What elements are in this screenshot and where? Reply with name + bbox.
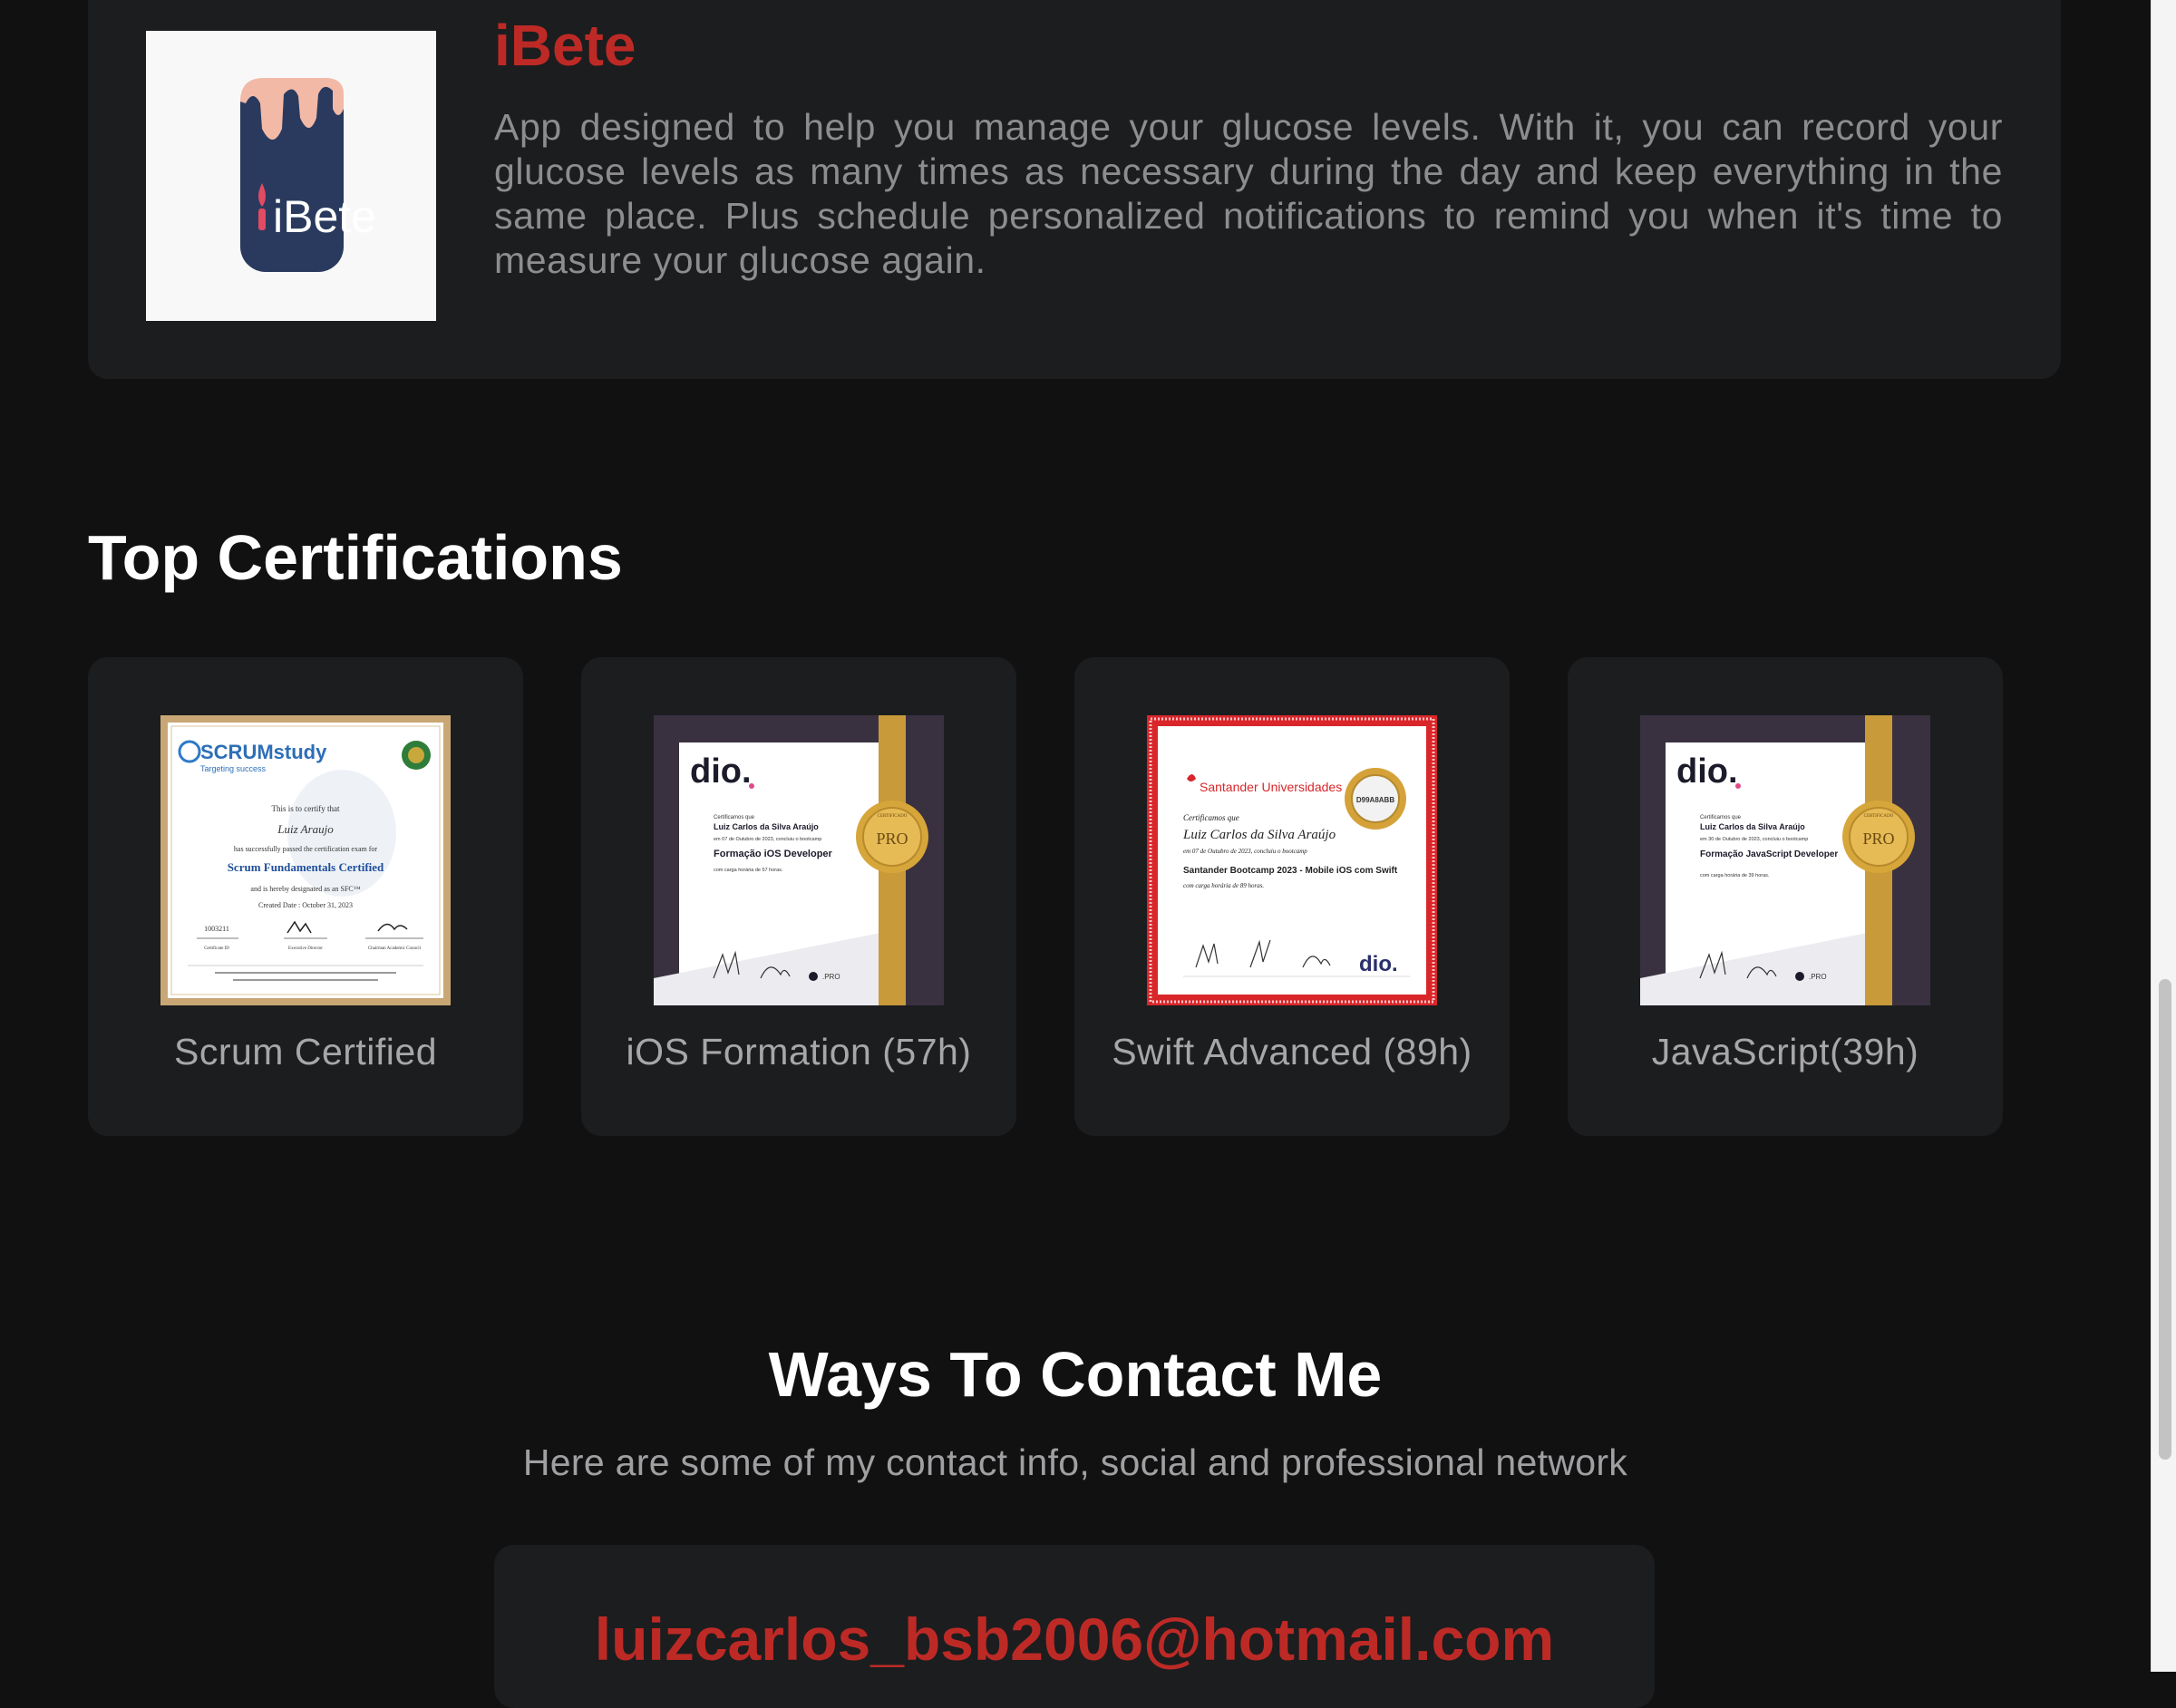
cert-card-ios[interactable]: CERTIFICADO PRO dio. Certificamos que Lu… <box>581 657 1016 1136</box>
ios-certify: Certificamos que <box>714 815 755 820</box>
scrollbar-thumb[interactable] <box>2159 979 2171 1460</box>
js-seal: PRO <box>1862 830 1894 848</box>
ios-seal: PRO <box>876 830 908 848</box>
certifications-title: Top Certifications <box>88 522 623 593</box>
js-date: em 30 de Outubro de 2023, concluiu o boo… <box>1700 837 1808 842</box>
swift-course: Santander Bootcamp 2023 - Mobile iOS com… <box>1183 866 1398 876</box>
ios-hours: com carga horária de 57 horas. <box>714 868 783 873</box>
cert-image-swift[interactable]: Santander Universidades D99A8ABB Certifi… <box>1147 715 1437 1005</box>
cert-card-javascript[interactable]: CERTIFICADO PRO dio. Certificamos que Lu… <box>1568 657 2003 1136</box>
js-brand: dio. <box>1676 752 1738 791</box>
cert-card-scrum[interactable]: SCRUMstudy Targeting success This is to … <box>88 657 523 1136</box>
svg-text:.PRO: .PRO <box>1809 973 1827 981</box>
ios-course: Formação iOS Developer <box>714 849 833 859</box>
ios-date: em 07 de Outubro de 2023, concluiu o boo… <box>714 837 821 842</box>
scrum-sig3: Chairman Academic Council <box>368 946 422 951</box>
js-course: Formação JavaScript Developer <box>1700 849 1838 859</box>
cert-card-swift[interactable]: Santander Universidades D99A8ABB Certifi… <box>1074 657 1510 1136</box>
swift-date: em 07 de Outubro de 2023, concluiu o boo… <box>1183 848 1307 855</box>
cert-label-ios: iOS Formation (57h) <box>626 1031 972 1072</box>
scrum-sig2: Executive Director <box>288 946 323 951</box>
ibete-logo-icon: iBete <box>240 78 376 272</box>
swift-hours: com carga horária de 89 horas. <box>1183 882 1264 889</box>
scrum-designated: and is hereby designated as an SFC™ <box>250 885 360 893</box>
project-description: App designed to help you manage your glu… <box>494 106 2003 281</box>
swift-brand: Santander Universidades <box>1200 780 1342 794</box>
cert-label-javascript: JavaScript(39h) <box>1651 1031 1919 1072</box>
scrollbar-track[interactable] <box>2151 0 2176 1672</box>
project-title: iBete <box>494 13 636 78</box>
email-link[interactable]: luizcarlos_bsb2006@hotmail.com <box>494 1605 1655 1674</box>
cert-label-scrum: Scrum Certified <box>173 1031 437 1072</box>
svg-text:.PRO: .PRO <box>822 973 840 981</box>
js-hours: com carga horária de 39 horas. <box>1700 873 1770 878</box>
js-seal-top: CERTIFICADO <box>1864 814 1894 819</box>
cert-image-scrum[interactable]: SCRUMstudy Targeting success This is to … <box>160 715 451 1005</box>
cert-image-ios[interactable]: CERTIFICADO PRO dio. Certificamos que Lu… <box>654 715 944 1005</box>
ios-brand: dio. <box>690 752 752 791</box>
contact-subtitle: Here are some of my contact info, social… <box>522 1441 1628 1483</box>
logo-text: iBete <box>273 191 376 242</box>
swift-certify: Certificamos que <box>1183 813 1239 822</box>
scrum-brand: SCRUMstudy <box>200 741 327 763</box>
swift-name: Luiz Carlos da Silva Araújo <box>1182 828 1336 842</box>
js-name: Luiz Carlos da Silva Araújo <box>1700 822 1805 831</box>
scrum-passed: has successfully passed the certificatio… <box>234 845 378 853</box>
scrum-date: Created Date : October 31, 2023 <box>258 901 353 909</box>
project-logo: iBete <box>146 31 436 321</box>
email-card: luizcarlos_bsb2006@hotmail.com <box>494 1545 1655 1708</box>
scrum-tagline: Targeting success <box>200 764 267 773</box>
js-certify: Certificamos que <box>1700 815 1742 820</box>
cert-label-swift: Swift Advanced (89h) <box>1112 1031 1472 1072</box>
scrum-sig1: Certificate ID <box>204 946 229 951</box>
scrum-certify: This is to certify that <box>272 804 340 813</box>
cert-image-javascript[interactable]: CERTIFICADO PRO dio. Certificamos que Lu… <box>1640 715 1930 1005</box>
swift-seal: D99A8ABB <box>1356 796 1394 804</box>
scrum-name: Luiz Araujo <box>277 822 334 836</box>
scrum-cert-name: Scrum Fundamentals Certified <box>228 860 384 874</box>
ios-seal-top: CERTIFICADO <box>878 814 908 819</box>
contact-title: Ways To Contact Me <box>768 1339 1383 1410</box>
swift-footer-brand: dio. <box>1359 952 1398 976</box>
scrum-id: 1003211 <box>204 925 229 933</box>
ios-name: Luiz Carlos da Silva Araújo <box>714 822 819 831</box>
